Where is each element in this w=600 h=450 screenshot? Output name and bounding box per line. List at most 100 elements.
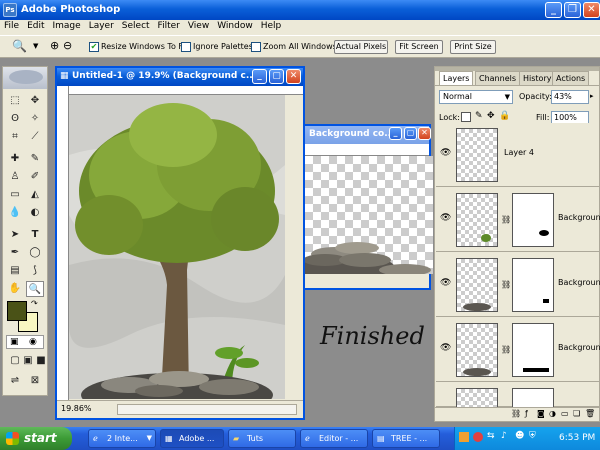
lock-transparency-icon[interactable] <box>461 112 471 122</box>
doc-maximize-button[interactable]: ▢ <box>269 69 284 84</box>
fit-screen-button[interactable]: Fit Screen <box>395 40 443 54</box>
healing-brush-tool-icon[interactable]: ✚ <box>6 151 24 167</box>
document-canvas[interactable] <box>69 95 285 399</box>
magic-wand-tool-icon[interactable]: ✧ <box>26 111 44 127</box>
taskbar-item-tree[interactable]: ▤ TREE - ... <box>372 429 440 448</box>
layer-mask-thumbnail[interactable] <box>512 323 554 377</box>
doc-minimize-button[interactable]: _ <box>389 127 402 140</box>
zoom-out-icon[interactable]: ⊖ <box>63 39 72 52</box>
resize-windows-checkbox[interactable]: ✔ <box>89 42 99 52</box>
hand-tool-icon[interactable]: ✋ <box>6 281 24 297</box>
menu-filter[interactable]: Filter <box>154 20 184 35</box>
layer-style-icon[interactable]: ƒ <box>525 409 528 418</box>
notes-tool-icon[interactable]: ▤ <box>6 263 24 279</box>
adjustment-layer-icon[interactable]: ◑ <box>549 409 556 418</box>
horizontal-scrollbar[interactable] <box>117 404 297 415</box>
jump-to-imageready-icon[interactable]: ⇌ <box>6 373 24 389</box>
standard-mode-icon[interactable]: ▣ <box>10 337 19 347</box>
tray-app-icon[interactable] <box>459 432 469 442</box>
lock-all-icon[interactable]: 🔒 <box>499 111 510 121</box>
zoom-level[interactable]: 19.86% <box>61 404 92 413</box>
maximize-button[interactable]: ❐ <box>564 2 581 18</box>
close-button[interactable]: ✕ <box>583 2 600 18</box>
clone-stamp-tool-icon[interactable]: ♙ <box>6 169 24 185</box>
layer-row[interactable]: 👁 ⛓ Background <box>436 318 600 382</box>
shape-tool-icon[interactable]: ◯ <box>26 245 44 261</box>
taskbar-item-tuts[interactable]: ▰ Tuts <box>228 429 296 448</box>
new-group-icon[interactable]: ▭ <box>561 409 569 418</box>
paint-bucket-tool-icon[interactable]: ◭ <box>26 187 44 203</box>
tray-security-icon[interactable] <box>473 432 483 442</box>
history-brush-tool-icon[interactable]: ✐ <box>26 169 44 185</box>
tray-messenger-icon[interactable]: ☻ <box>515 431 524 441</box>
layer-mask-thumbnail[interactable] <box>512 258 554 312</box>
layer-row[interactable]: 👁 Layer 4 <box>436 123 599 187</box>
zoom-all-windows-checkbox[interactable] <box>251 42 261 52</box>
actual-pixels-button[interactable]: Actual Pixels <box>334 40 388 54</box>
tray-shield-icon[interactable]: ⛨ <box>529 431 536 441</box>
blend-mode-select[interactable]: Normal ▼ <box>439 90 513 104</box>
taskbar-item-internet[interactable]: ℯ 2 Inte... ▼ <box>88 429 156 448</box>
pen-tool-icon[interactable]: ✒ <box>6 245 24 261</box>
swap-colors-icon[interactable]: ↷ <box>31 299 38 308</box>
taskbar-item-editor[interactable]: ℯ Editor - ... <box>300 429 368 448</box>
screen-mode-full-icon[interactable]: ■ <box>32 353 50 369</box>
dodge-tool-icon[interactable]: ◐ <box>26 205 44 221</box>
edit-in-imageready-icon[interactable]: ⊠ <box>26 373 44 389</box>
layer-mask-thumbnail[interactable] <box>512 388 554 408</box>
print-size-button[interactable]: Print Size <box>450 40 496 54</box>
blur-tool-icon[interactable]: 💧 <box>6 205 24 221</box>
doc-minimize-button[interactable]: _ <box>252 69 267 84</box>
lock-position-icon[interactable]: ✥ <box>487 111 495 121</box>
minimize-button[interactable]: _ <box>545 2 562 18</box>
layer-row[interactable]: 👁 ⛓ Background <box>436 188 600 252</box>
tray-volume-icon[interactable]: ♪ <box>501 431 507 441</box>
zoom-tool-selected-icon[interactable]: 🔍 <box>26 281 44 297</box>
tray-network-icon[interactable]: ⇆ <box>487 431 495 441</box>
menu-image[interactable]: Image <box>49 20 85 35</box>
menu-view[interactable]: View <box>184 20 213 35</box>
menu-help[interactable]: Help <box>257 20 286 35</box>
ignore-palettes-checkbox[interactable] <box>181 42 191 52</box>
visibility-eye-icon[interactable]: 👁 <box>440 148 451 158</box>
opacity-input[interactable]: 43% <box>551 90 589 104</box>
marquee-tool-icon[interactable]: ⬚ <box>6 93 24 109</box>
taskbar-item-photoshop[interactable]: ▦ Adobe ... <box>160 429 224 448</box>
visibility-eye-icon[interactable]: 👁 <box>440 343 451 353</box>
foreground-color-swatch[interactable] <box>7 301 27 321</box>
start-button[interactable]: start <box>0 427 72 450</box>
tab-channels[interactable]: Channels <box>475 71 521 85</box>
visibility-eye-icon[interactable]: 👁 <box>440 213 451 223</box>
tab-layers[interactable]: Layers <box>439 71 474 85</box>
menu-edit[interactable]: Edit <box>23 20 48 35</box>
layer-row[interactable]: 👁 ⛓ Background <box>436 253 600 317</box>
clock[interactable]: 6:53 PM <box>559 433 595 443</box>
tab-actions[interactable]: Actions <box>552 71 590 85</box>
crop-tool-icon[interactable]: ⌗ <box>6 129 24 145</box>
add-mask-icon[interactable]: ◙ <box>537 409 545 418</box>
zoom-in-icon[interactable]: ⊕ <box>50 39 59 52</box>
brush-tool-icon[interactable]: ✎ <box>26 151 44 167</box>
lasso-tool-icon[interactable]: ʘ <box>6 111 24 127</box>
visibility-eye-icon[interactable]: 👁 <box>440 278 451 288</box>
layer-mask-thumbnail[interactable] <box>512 193 554 247</box>
lock-image-icon[interactable]: ✎ <box>475 111 483 121</box>
path-selection-tool-icon[interactable]: ➤ <box>6 227 24 243</box>
eyedropper-tool-icon[interactable]: ⟆ <box>26 263 44 279</box>
tool-preset-dropdown-icon[interactable]: ▼ <box>33 42 38 50</box>
doc-maximize-button[interactable]: ▢ <box>404 127 417 140</box>
opacity-slider-icon[interactable]: ▸ <box>590 92 594 100</box>
menu-file[interactable]: File <box>0 20 23 35</box>
menu-select[interactable]: Select <box>118 20 154 35</box>
doc-close-button[interactable]: ✕ <box>418 127 431 140</box>
zoom-tool-icon[interactable]: 🔍 <box>12 39 27 53</box>
layer-row[interactable] <box>436 383 599 408</box>
eraser-tool-icon[interactable]: ▭ <box>6 187 24 203</box>
tab-history[interactable]: History <box>519 71 556 85</box>
move-tool-icon[interactable]: ✥ <box>26 93 44 109</box>
document-canvas[interactable] <box>305 156 433 274</box>
type-tool-icon[interactable]: T <box>26 227 44 243</box>
link-layers-icon[interactable]: ⛓ <box>511 409 521 418</box>
new-layer-icon[interactable]: ❏ <box>573 409 580 418</box>
trash-icon[interactable]: 🗑 <box>585 409 595 418</box>
